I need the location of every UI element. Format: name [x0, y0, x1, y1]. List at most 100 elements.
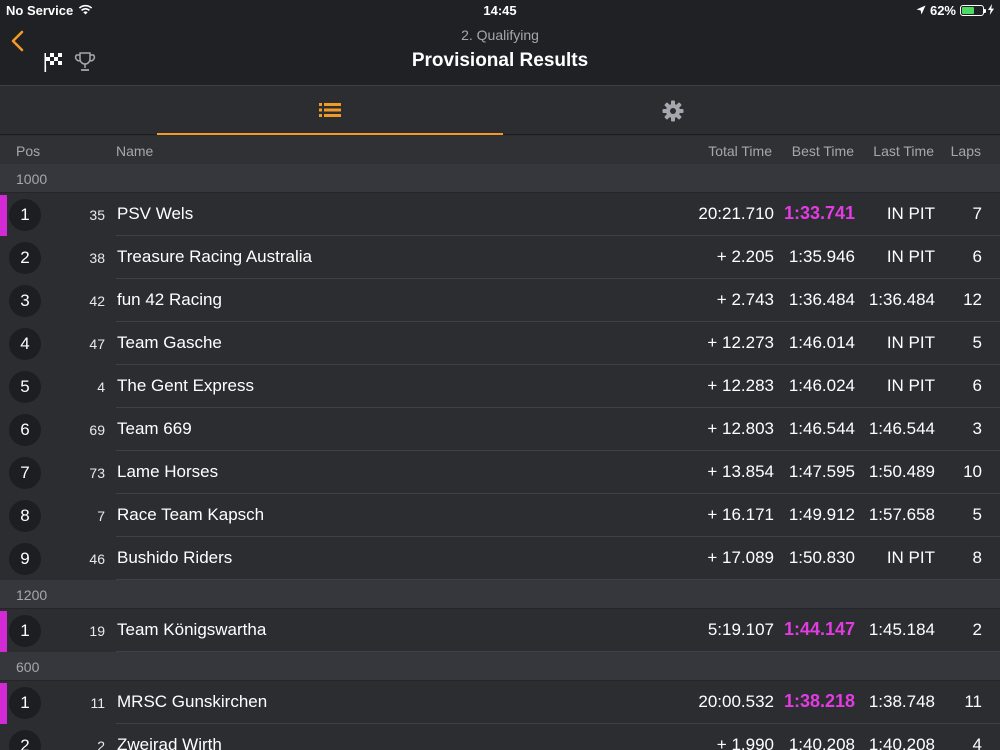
start-number: 7	[97, 508, 105, 524]
col-pos[interactable]: Pos	[16, 143, 40, 159]
class-leader-marker	[0, 611, 7, 652]
team-name: PSV Wels	[117, 204, 194, 223]
position-badge: 3	[9, 285, 41, 317]
session-subtitle: 2. Qualifying	[461, 27, 539, 43]
battery-icon	[960, 5, 986, 16]
total-time: + 12.283	[707, 376, 774, 395]
total-time: + 16.171	[707, 505, 774, 524]
last-time: IN PIT	[886, 548, 935, 567]
total-time: + 1.990	[716, 735, 774, 750]
battery-level	[962, 7, 975, 14]
start-number: 47	[89, 336, 105, 352]
tab-settings[interactable]	[503, 87, 843, 135]
table-row[interactable]: 7 73 Lame Horses + 13.854 1:47.595 1:50.489 10	[0, 451, 1000, 494]
best-time: 1:44.147	[783, 619, 855, 639]
position-badge: 1	[9, 199, 41, 231]
col-best-time[interactable]: Best Time	[792, 143, 854, 159]
lap-count: 6	[972, 376, 982, 395]
class-group-header: 1000	[0, 164, 1000, 193]
total-time: 5:19.107	[707, 620, 774, 639]
team-name: Team Gasche	[117, 333, 222, 352]
table-row[interactable]: 2 2 Zweirad Wirth + 1.990 1:40.208 1:40.208 4	[0, 724, 1000, 750]
table-column-headers: Pos Name Total Time Best Time Last Time …	[0, 136, 1000, 164]
row-divider	[116, 651, 1000, 652]
best-time: 1:38.218	[783, 691, 855, 711]
last-time: 1:45.184	[868, 620, 935, 639]
best-time: 1:33.741	[783, 203, 855, 223]
position-number: 8	[20, 506, 30, 525]
last-time: 1:57.658	[868, 505, 935, 524]
position-number: 2	[20, 248, 30, 267]
total-time: + 2.205	[716, 247, 774, 266]
best-time: 1:40.208	[788, 735, 855, 750]
lap-count: 3	[972, 419, 982, 438]
total-time: 20:00.532	[698, 692, 774, 711]
lap-count: 12	[963, 290, 982, 309]
last-time: IN PIT	[886, 333, 935, 352]
best-time: 1:35.946	[788, 247, 855, 266]
table-row[interactable]: 6 69 Team 669 + 12.803 1:46.544 1:46.544 3	[0, 408, 1000, 451]
table-row[interactable]: 9 46 Bushido Riders + 17.089 1:50.830 IN PIT 8	[0, 537, 1000, 580]
total-time: + 17.089	[707, 548, 774, 567]
status-right: 62%	[916, 3, 994, 18]
status-bar: No Service 14:45 62%	[0, 0, 1000, 20]
lap-count: 10	[963, 462, 982, 481]
total-time: + 2.743	[716, 290, 774, 309]
table-row[interactable]: 1 11 MRSC Gunskirchen 20:00.532 1:38.218 1:38…	[0, 681, 1000, 724]
lap-count: 7	[972, 204, 982, 223]
start-number: 11	[90, 695, 105, 711]
class-leader-marker	[0, 683, 7, 724]
col-last-time[interactable]: Last Time	[873, 143, 934, 159]
position-number: 1	[20, 693, 30, 712]
last-time: 1:36.484	[868, 290, 935, 309]
start-number: 2	[97, 738, 105, 750]
position-badge: 2	[9, 730, 41, 750]
results-list[interactable]: 1000 1 35 PSV Wels 20:21.710 1:33.741 IN PIT 7 2…	[0, 164, 1000, 750]
team-name: Treasure Racing Australia	[117, 247, 312, 266]
battery-percentage: 62%	[929, 3, 956, 18]
position-number: 6	[20, 420, 30, 439]
best-time: 1:46.014	[788, 333, 855, 352]
lap-count: 4	[972, 735, 982, 750]
position-badge: 4	[9, 328, 41, 360]
table-row[interactable]: 5 4 The Gent Express + 12.283 1:46.024 IN PIT…	[0, 365, 1000, 408]
col-total-time[interactable]: Total Time	[708, 143, 772, 159]
row-divider	[116, 579, 1000, 580]
class-group-header: 1200	[0, 580, 1000, 609]
start-number: 4	[97, 379, 105, 395]
team-name: Zweirad Wirth	[117, 735, 222, 750]
team-name: Team Königswartha	[117, 620, 267, 639]
lap-count: 11	[964, 692, 982, 711]
position-number: 1	[20, 621, 30, 640]
last-time: 1:38.748	[868, 692, 935, 711]
last-time: 1:50.489	[868, 462, 935, 481]
position-badge: 2	[9, 242, 41, 274]
table-row[interactable]: 1 19 Team Königswartha 5:19.107 1:44.147 1:45…	[0, 609, 1000, 652]
col-name[interactable]: Name	[116, 143, 153, 159]
tab-results-list[interactable]	[157, 87, 503, 135]
table-row[interactable]: 3 42 fun 42 Racing + 2.743 1:36.484 1:36.484 1…	[0, 279, 1000, 322]
start-number: 42	[89, 293, 105, 309]
table-row[interactable]: 8 7 Race Team Kapsch + 16.171 1:49.912 1:57.6…	[0, 494, 1000, 537]
position-badge: 1	[9, 615, 41, 647]
position-number: 1	[20, 205, 30, 224]
table-row[interactable]: 2 38 Treasure Racing Australia + 2.205 1:35.…	[0, 236, 1000, 279]
start-number: 73	[89, 465, 105, 481]
table-row[interactable]: 1 35 PSV Wels 20:21.710 1:33.741 IN PIT 7	[0, 193, 1000, 236]
best-time: 1:47.595	[788, 462, 855, 481]
team-name: Team 669	[117, 419, 192, 438]
position-badge: 6	[9, 414, 41, 446]
best-time: 1:46.544	[788, 419, 855, 438]
class-group-header: 600	[0, 652, 1000, 681]
position-number: 2	[20, 736, 30, 750]
start-number: 19	[89, 623, 105, 639]
col-laps[interactable]: Laps	[951, 143, 981, 159]
position-number: 4	[20, 334, 30, 353]
position-number: 5	[20, 377, 30, 396]
position-badge: 1	[9, 687, 41, 719]
best-time: 1:46.024	[788, 376, 855, 395]
gear-icon	[662, 100, 684, 122]
last-time: IN PIT	[886, 376, 935, 395]
team-name: fun 42 Racing	[117, 290, 222, 309]
table-row[interactable]: 4 47 Team Gasche + 12.273 1:46.014 IN PIT 5	[0, 322, 1000, 365]
